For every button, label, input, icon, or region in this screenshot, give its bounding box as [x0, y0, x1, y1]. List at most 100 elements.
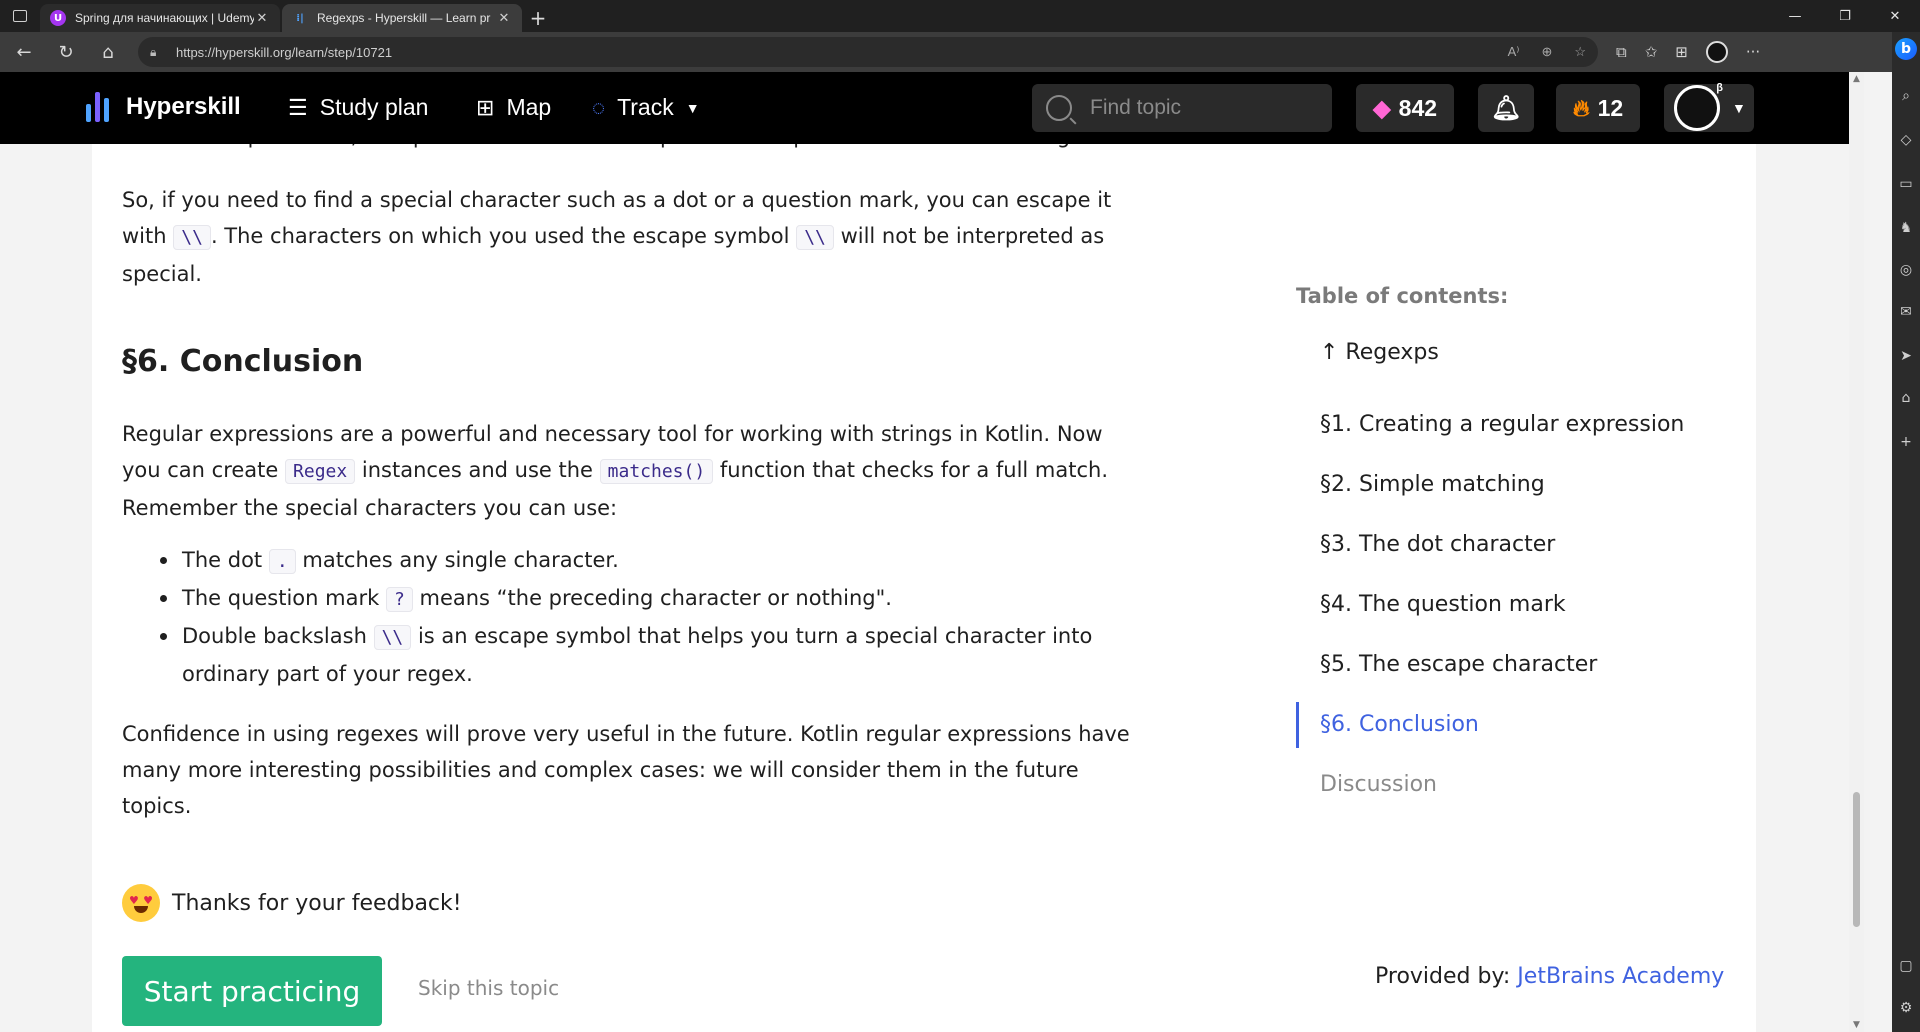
toc-item-simple-matching[interactable]: §2. Simple matching [1296, 454, 1716, 514]
inline-code: \\ [173, 225, 211, 250]
text-line: Regular expressions are a powerful and n… [122, 422, 1103, 446]
minimize-icon[interactable]: — [1770, 0, 1820, 32]
text-line: with \\. The characters on which you use… [122, 218, 1182, 256]
add-sidebar-app-icon[interactable]: + [1896, 432, 1916, 452]
chevron-down-icon: ▼ [1732, 100, 1746, 116]
logo-text: Hyperskill [126, 93, 241, 120]
profile-menu[interactable]: β ▼ [1664, 82, 1754, 132]
text-span: instances and use the [361, 458, 593, 482]
add-favorite-icon[interactable]: ☆ [1574, 44, 1586, 60]
browser-toolbar: ← ↻ ⌂ 🔒︎ https://hyperskill.org/learn/st… [0, 32, 1920, 72]
tab-actions-button[interactable] [0, 0, 40, 32]
special-chars-list: The dot . matches any single character. … [160, 542, 1180, 692]
nav-map[interactable]: ⊞ Map [476, 94, 551, 121]
toc-item-dot-character[interactable]: §3. The dot character [1296, 514, 1716, 574]
favorites-icon[interactable]: ✩ [1645, 43, 1658, 61]
jetbrains-academy-link[interactable]: JetBrains Academy [1517, 964, 1724, 989]
list-icon: ☰ [288, 94, 308, 120]
games-icon[interactable]: ♞ [1896, 218, 1916, 238]
text-span: Double backslash [182, 624, 367, 648]
final-paragraph: Confidence in using regexes will prove v… [122, 716, 1182, 824]
collections-icon[interactable]: ⊞ [1675, 43, 1688, 61]
list-item: Double backslash \\ is an escape symbol … [160, 618, 1180, 692]
text-span: function that checks for a full match. [719, 458, 1109, 482]
hyperskill-header: Hyperskill ☰ Study plan ⊞ Map ◌ Track ▼ … [0, 72, 1849, 144]
list-item: The question mark ? means “the preceding… [160, 580, 1180, 618]
address-bar[interactable]: 🔒︎ https://hyperskill.org/learn/step/107… [138, 37, 1598, 67]
beta-badge: β [1716, 82, 1723, 94]
close-tab-icon[interactable]: ✕ [254, 11, 270, 26]
send-icon[interactable]: ➤ [1896, 346, 1916, 366]
nav-label: Study plan [319, 94, 429, 120]
toc-top-link[interactable]: ↑ Regexps [1320, 340, 1439, 365]
gems-value: 842 [1398, 94, 1438, 121]
start-practicing-button[interactable]: Start practicing [122, 956, 382, 1026]
search-icon [1046, 95, 1072, 121]
back-arrow-icon[interactable]: ← [6, 36, 42, 68]
notifications-button[interactable]: 🔔︎ [1478, 84, 1534, 132]
text-span: will not be interpreted as [840, 224, 1105, 248]
user-avatar: β [1674, 82, 1723, 131]
sidebar-layout-icon[interactable]: ▢ [1896, 956, 1916, 976]
browser-tab-hyperskill[interactable]: ⁞| Regexps - Hyperskill — Learn pr ✕ [282, 4, 522, 32]
shopping-tag-icon[interactable]: ◇ [1896, 130, 1916, 150]
map-grid-icon: ⊞ [476, 94, 495, 120]
toc-item-escape-character[interactable]: §5. The escape character [1296, 634, 1716, 694]
new-tab-button[interactable]: + [524, 4, 552, 32]
scroll-down-arrow-icon[interactable]: ▼ [1851, 1020, 1862, 1030]
read-aloud-icon[interactable]: A⁾ [1508, 44, 1520, 60]
reload-icon[interactable]: ↻ [48, 36, 84, 68]
toc-item-discussion[interactable]: Discussion [1296, 754, 1716, 814]
skip-topic-link[interactable]: Skip this topic [418, 976, 559, 1000]
nav-track[interactable]: ◌ Track ▼ [592, 94, 700, 121]
text-span: is an escape symbol that helps you turn … [417, 624, 1093, 648]
microsoft-365-icon[interactable]: ◎ [1896, 260, 1916, 280]
text-span: means “the preceding character or nothin… [419, 586, 892, 610]
text-line: many more interesting possibilities and … [122, 758, 1079, 782]
browser-tab-udemy[interactable]: U Spring для начинающих | Udemy ✕ [40, 4, 280, 32]
hyperskill-favicon-icon: ⁞| [292, 10, 308, 26]
more-menu-icon[interactable]: ··· [1746, 43, 1760, 61]
inline-code: \\ [373, 625, 412, 650]
bell-icon: 🔔︎ [1490, 94, 1522, 122]
text-span: you can create [122, 458, 279, 482]
text-line: ordinary part of your regex. [182, 662, 473, 686]
text-span: matches any single character. [302, 548, 619, 572]
close-tab-icon[interactable]: ✕ [496, 11, 512, 26]
feedback-row: ♥ ♥ Thanks for your feedback! [122, 884, 462, 922]
close-window-icon[interactable]: ✕ [1870, 0, 1920, 32]
hyperskill-logo[interactable]: Hyperskill [86, 92, 241, 122]
scroll-up-arrow-icon[interactable]: ▲ [1851, 74, 1862, 84]
copilot-icon[interactable]: b [1895, 38, 1917, 60]
scrollbar-thumb[interactable] [1853, 792, 1860, 927]
profile-avatar[interactable] [1705, 41, 1728, 63]
feedback-text: Thanks for your feedback! [172, 890, 462, 916]
toc-item-creating-regex[interactable]: §1. Creating a regular expression [1296, 394, 1716, 454]
settings-gear-icon[interactable]: ⚙ [1896, 998, 1916, 1018]
zoom-icon[interactable]: ⊕ [1541, 44, 1552, 60]
streak-counter[interactable]: 🔥︎ 12 [1556, 84, 1640, 132]
heart-eyes-emoji-icon: ♥ ♥ [122, 884, 160, 922]
nav-study-plan[interactable]: ☰ Study plan [288, 94, 428, 121]
gems-counter[interactable]: ◆ 842 [1356, 84, 1454, 132]
browser-tab-strip: U Spring для начинающих | Udemy ✕ ⁞| Reg… [0, 0, 1920, 32]
search-icon[interactable]: ⌕ [1896, 86, 1916, 106]
outlook-icon[interactable]: ✉ [1896, 302, 1916, 322]
nav-label: Map [506, 94, 552, 120]
toc-item-question-mark[interactable]: §4. The question mark [1296, 574, 1716, 634]
toc-item-conclusion[interactable]: §6. Conclusion [1296, 694, 1716, 754]
drop-icon[interactable]: ⌂ [1896, 388, 1916, 408]
gem-icon: ◆ [1372, 94, 1391, 121]
tools-briefcase-icon[interactable]: ▭ [1896, 174, 1916, 194]
lock-icon: 🔒︎ [150, 44, 157, 59]
toc-title: Table of contents: [1296, 284, 1509, 308]
page-viewport: In the example above, the question mark … [0, 72, 1849, 1032]
text-line: Remember the special characters you can … [122, 496, 618, 520]
track-progress-icon: ◌ [592, 94, 606, 120]
extensions-icon[interactable]: ⧉ [1616, 43, 1627, 61]
restore-icon[interactable]: ❐ [1820, 0, 1870, 32]
page-scrollbar[interactable]: ▲ ▼ [1849, 72, 1864, 1032]
search-input[interactable]: Find topic [1032, 84, 1332, 132]
streak-value: 12 [1597, 94, 1624, 121]
home-icon[interactable]: ⌂ [90, 36, 126, 68]
